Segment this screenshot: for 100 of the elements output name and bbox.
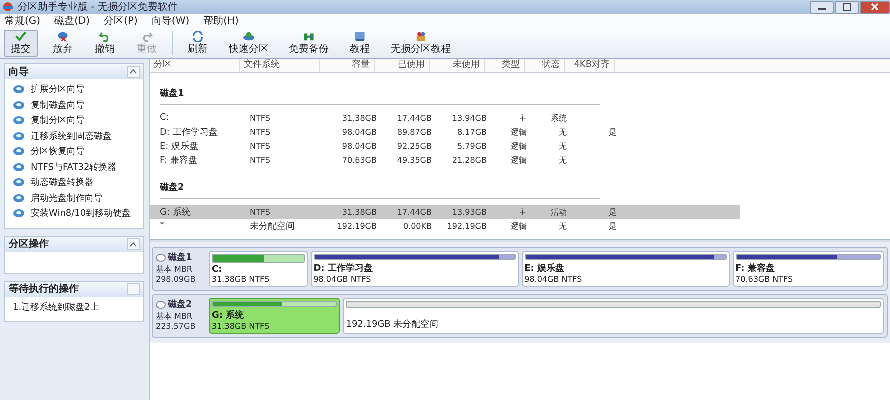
- maximize-icon: [843, 3, 851, 11]
- table-cell-text: 8.17GB: [456, 128, 488, 136]
- toolbar-button[interactable]: 快速分区: [223, 30, 275, 56]
- table-cell-text: 192.19GB: [336, 222, 378, 230]
- disk-size: 298.09GB: [156, 275, 197, 284]
- column-header[interactable]: 未使用: [430, 59, 485, 72]
- column-header[interactable]: 已使用: [375, 59, 430, 72]
- partition-block[interactable]: D: 工作学习盘 98.04GB NTFS: [310, 251, 519, 287]
- column-header[interactable]: 4KB对齐: [565, 59, 615, 72]
- table-cell-text: NTFS: [249, 208, 272, 216]
- wizard-item[interactable]: 扩展分区向导: [9, 82, 139, 98]
- column-header[interactable]: 分区: [150, 59, 240, 72]
- disk-size: 223.57GB: [156, 322, 197, 331]
- close-button[interactable]: [860, 0, 890, 14]
- disk-group-heading: 磁盘1: [160, 87, 600, 105]
- minimize-button[interactable]: [810, 0, 834, 14]
- disk-icon: [156, 300, 166, 308]
- panel-title: 向导: [9, 66, 29, 78]
- disk-icon: [13, 147, 25, 156]
- disk-info[interactable]: 磁盘2 基本 MBR 223.57GB: [156, 298, 206, 334]
- partition-row[interactable]: F: 兼容盘 NTFS 70.63GB 49.35GB 21.28GB 逻辑 无: [150, 153, 740, 167]
- wizard-item[interactable]: 动态磁盘转换器: [9, 175, 139, 190]
- disk-type: 基本 MBR: [156, 264, 194, 275]
- partition-block[interactable]: E: 娱乐盘 98.04GB NTFS: [522, 251, 730, 287]
- table-cell-text: 70.63GB: [341, 156, 378, 164]
- column-header[interactable]: 类型: [485, 59, 525, 72]
- wizard-item[interactable]: 复制分区向导: [9, 113, 139, 128]
- table-cell-text: *: [159, 221, 166, 231]
- panel-title: 分区操作: [9, 238, 49, 251]
- table-cell-text: F: 兼容盘: [159, 154, 198, 166]
- partition-row[interactable]: C: NTFS 31.38GB 17.44GB 13.94GB 主 系统: [150, 111, 740, 125]
- partition-name: C:: [212, 265, 224, 275]
- partition-block[interactable]: C: 31.38GB NTFS: [209, 251, 308, 287]
- pending-operation: 1.迁移系统到磁盘2上: [12, 302, 100, 315]
- partition-block[interactable]: 192.19GB 未分配空间: [343, 298, 884, 334]
- table-cell-text: 是: [608, 206, 618, 218]
- table-cell-text: NTFS: [249, 142, 272, 150]
- disk-group-heading: 磁盘2: [160, 181, 600, 199]
- table-cell-text: 192.19GB: [446, 222, 488, 230]
- collapse-button[interactable]: [127, 238, 140, 250]
- toolbar-button[interactable]: 教程: [343, 30, 377, 56]
- disk-type: 基本 MBR: [156, 311, 194, 322]
- column-header[interactable]: 容量: [320, 59, 375, 72]
- table-cell-text: 17.44GB: [396, 114, 433, 122]
- disk-icon: [13, 116, 25, 126]
- table-cell-text: 系统: [550, 112, 568, 124]
- menu-item[interactable]: 向导(W): [152, 14, 190, 28]
- table-cell-text: 无: [558, 126, 568, 138]
- column-header[interactable]: 文件系统: [240, 59, 320, 72]
- toolbar-button[interactable]: 撤销: [88, 30, 122, 56]
- table-cell-text: 活动: [550, 206, 568, 218]
- menu-item[interactable]: 分区(P): [104, 14, 138, 28]
- toolbar-button[interactable]: 提交: [4, 30, 38, 56]
- disk-icon: [13, 194, 25, 203]
- toolbar-button[interactable]: 刷新: [181, 30, 215, 56]
- maximize-button[interactable]: [835, 0, 859, 14]
- table-cell-text: 89.87GB: [396, 128, 433, 136]
- wizard-item[interactable]: NTFS与FAT32转换器: [9, 160, 139, 175]
- toolbar-button[interactable]: 放弃: [46, 30, 80, 56]
- disk-icon: [13, 100, 25, 110]
- table-cell-text: 31.38GB: [341, 114, 378, 122]
- table-cell-text: NTFS: [249, 114, 272, 122]
- table-cell-text: 未分配空间: [249, 220, 296, 232]
- table-cell-text: NTFS: [249, 128, 272, 136]
- menu-item[interactable]: 常规(G): [5, 14, 41, 28]
- wizard-item[interactable]: 启动光盘制作向导: [9, 190, 139, 206]
- table-cell-text: 98.04GB: [341, 128, 378, 136]
- partition-block[interactable]: F: 兼容盘 70.63GB NTFS: [732, 251, 884, 287]
- partition-name: E: 娱乐盘: [524, 262, 566, 275]
- table-cell-text: C:: [159, 113, 170, 123]
- table-cell-text: 5.79GB: [456, 142, 488, 150]
- disk-icon: [13, 162, 25, 172]
- partition-size: 98.04GB NTFS: [314, 275, 372, 284]
- wizard-item[interactable]: 安装Win8/10到移动硬盘: [9, 206, 139, 222]
- partition-row[interactable]: * 未分配空间 192.19GB 0.00KB 192.19GB 逻辑 无 是: [150, 219, 740, 233]
- table-cell-text: 主: [518, 112, 528, 124]
- partition-row[interactable]: D: 工作学习盘 NTFS 98.04GB 89.87GB 8.17GB 逻辑 无 是: [150, 125, 740, 139]
- partition-row[interactable]: E: 娱乐盘 NTFS 98.04GB 92.25GB 5.79GB 逻辑 无: [150, 139, 740, 153]
- table-cell-text: 主: [518, 206, 528, 218]
- table-cell-text: 92.25GB: [396, 142, 433, 150]
- panel-title: 等待执行的操作: [9, 282, 79, 296]
- table-cell-text: 13.93GB: [451, 208, 488, 216]
- disk-info[interactable]: 磁盘1 基本 MBR 298.09GB: [156, 251, 206, 287]
- toolbar-button[interactable]: 免费备份: [283, 30, 335, 56]
- table-cell-text: 逻辑: [510, 126, 528, 138]
- wizard-item[interactable]: 分区恢复向导: [9, 144, 139, 160]
- wizard-item[interactable]: 复制磁盘向导: [9, 98, 139, 113]
- table-cell-text: 0.00KB: [402, 222, 433, 230]
- menu-item[interactable]: 磁盘(D): [54, 14, 90, 28]
- wizard-item[interactable]: 迁移系统到固态磁盘: [9, 128, 139, 144]
- menu-item[interactable]: 帮助(H): [204, 14, 239, 28]
- column-header[interactable]: 状态: [525, 59, 565, 72]
- collapse-button[interactable]: [127, 66, 140, 78]
- partition-row[interactable]: G: 系统 NTFS 31.38GB 17.44GB 13.93GB 主 活动 是: [150, 205, 740, 219]
- table-cell-text: 无: [558, 140, 568, 152]
- toolbar-button[interactable]: 无损分区教程: [385, 30, 457, 56]
- partition-size: 98.04GB NTFS: [524, 275, 584, 284]
- partition-block[interactable]: G: 系统 31.38GB NTFS: [209, 298, 340, 334]
- app-icon: [2, 2, 14, 12]
- partition-size: 70.63GB NTFS: [736, 275, 794, 284]
